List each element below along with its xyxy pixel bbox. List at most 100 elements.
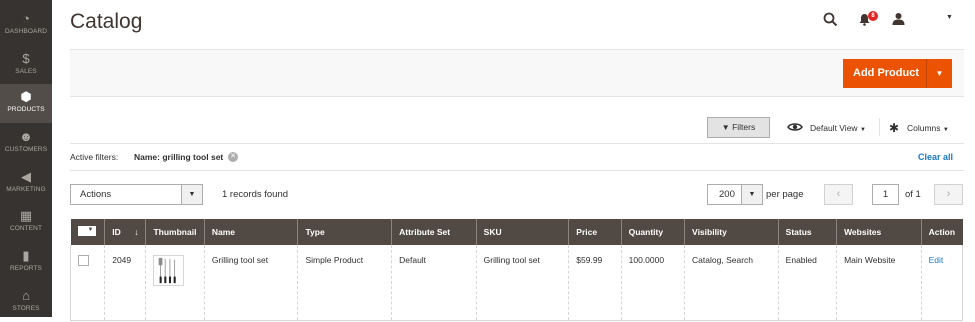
mass-select-checkbox[interactable]: ▼ (77, 226, 96, 236)
eye-icon (787, 123, 803, 131)
row-checkbox[interactable] (78, 255, 89, 266)
mass-actions-select[interactable]: Actions ▼ (70, 184, 203, 205)
nav-reports[interactable]: ▮ REPORTS (0, 243, 52, 282)
cell-id: 2049 (104, 245, 146, 321)
chevron-down-icon: ▼ (87, 227, 94, 233)
default-view-label: Default View (810, 123, 858, 133)
column-header-type[interactable]: Type (297, 219, 392, 245)
user-icon[interactable] (892, 12, 905, 25)
chevron-left-icon: ‹ (836, 188, 841, 200)
nav-label: CUSTOMERS (4, 146, 48, 153)
cell-action: Edit (920, 245, 964, 321)
product-thumbnail[interactable] (153, 255, 185, 286)
per-page-label: per page (766, 189, 804, 200)
grid-header-row: ▼ ID ↓ Thumbnail Name Type Attribute Set… (70, 219, 963, 245)
column-header-status[interactable]: Status (777, 219, 837, 245)
products-grid: ▼ ID ↓ Thumbnail Name Type Attribute Set… (69, 219, 964, 321)
divider (70, 170, 964, 171)
cell-type: Simple Product (297, 245, 392, 321)
gear-icon: ✱ (889, 121, 900, 135)
mass-select-header[interactable]: ▼ (70, 219, 105, 245)
nav-products[interactable]: ⬢ PRODUCTS (0, 84, 52, 123)
search-icon[interactable] (823, 12, 838, 27)
columns-dropdown[interactable]: Columns ▼ (907, 123, 949, 133)
column-header-quantity[interactable]: Quantity (620, 219, 685, 245)
page-actions-bar (70, 49, 964, 97)
current-page-value: 1 (882, 189, 889, 200)
nav-label: REPORTS (9, 265, 42, 272)
cell-quantity: 100.0000 (620, 245, 685, 321)
cell-price: $59.99 (568, 245, 622, 321)
active-filter-chip: Name: grilling tool set (134, 152, 224, 162)
nav-label: PRODUCTS (7, 106, 45, 113)
bar-chart-icon: ▮ (22, 248, 30, 263)
column-header-attribute-set[interactable]: Attribute Set (391, 219, 477, 245)
caret-down-icon: ▼ (859, 127, 866, 133)
row-select-cell (69, 245, 105, 321)
chevron-down-icon: ▼ (181, 185, 202, 204)
nav-content[interactable]: ▦ CONTENT (0, 203, 52, 242)
layout-icon: ▦ (19, 208, 33, 223)
next-page-button[interactable]: › (934, 184, 963, 205)
active-filters-label: Active filters: (70, 152, 119, 162)
clear-all-link[interactable]: Clear all (918, 152, 953, 162)
dollar-icon: $ (22, 51, 30, 66)
column-header-action: Action (920, 219, 963, 245)
column-header-price[interactable]: Price (568, 219, 622, 245)
column-header-thumbnail: Thumbnail (145, 219, 205, 245)
nav-label: CONTENT (9, 225, 43, 232)
filters-label: Filters (732, 122, 756, 132)
speedometer-icon: ◔ (22, 11, 30, 26)
total-pages-label: of 1 (905, 189, 921, 200)
page-title: Catalog (70, 10, 143, 33)
toolbar-divider (879, 118, 880, 136)
nav-label: STORES (12, 305, 40, 312)
column-header-id[interactable]: ID ↓ (104, 219, 146, 245)
cell-attribute-set: Default (391, 245, 477, 321)
nav-dashboard[interactable]: ◔ DASHBOARD (0, 6, 52, 45)
divider (70, 143, 964, 144)
per-page-select[interactable]: 200 ▼ (707, 184, 763, 205)
column-header-visibility[interactable]: Visibility (684, 219, 779, 245)
nav-marketing[interactable]: ◀ MARKETING (0, 164, 52, 203)
notification-count-badge: 8 (868, 11, 878, 21)
person-icon: ☻ (19, 129, 33, 144)
column-header-sku[interactable]: SKU (475, 219, 569, 245)
records-found-count: 1 records found (222, 189, 289, 200)
cell-thumbnail (145, 245, 205, 321)
nav-label: SALES (15, 68, 37, 75)
add-product-options-toggle[interactable]: ▼ (926, 59, 952, 88)
cell-name: Grilling tool set (203, 245, 298, 321)
current-page-input[interactable]: 1 (872, 184, 899, 205)
column-header-websites[interactable]: Websites (836, 219, 922, 245)
store-icon: ⌂ (22, 288, 30, 303)
edit-link[interactable]: Edit (929, 255, 944, 265)
admin-sidebar: ◔ DASHBOARD $ SALES ⬢ PRODUCTS ☻ CUSTOME… (0, 0, 52, 317)
previous-page-button[interactable]: ‹ (824, 184, 853, 205)
caret-down-icon: ▼ (942, 127, 949, 133)
per-page-value: 200 (719, 189, 735, 200)
mass-actions-label: Actions (80, 189, 112, 200)
filters-button[interactable]: ▼ Filters (707, 117, 770, 138)
table-row: 2049 Grilling tool set Simple Product De… (69, 245, 964, 321)
sort-arrow-icon: ↓ (134, 227, 139, 237)
remove-filter-icon[interactable]: ✕ (228, 152, 238, 162)
default-view-dropdown[interactable]: Default View ▼ (810, 123, 866, 133)
megaphone-icon: ◀ (21, 169, 31, 184)
chevron-right-icon: › (946, 188, 951, 200)
nav-sales[interactable]: $ SALES (0, 46, 52, 85)
user-menu-caret-icon[interactable]: ▼ (946, 14, 953, 21)
chevron-down-icon: ▼ (741, 185, 762, 204)
nav-label: MARKETING (6, 186, 46, 193)
cell-status: Enabled (777, 245, 837, 321)
nav-stores[interactable]: ⌂ STORES (0, 283, 52, 322)
column-label: ID (112, 227, 121, 237)
nav-customers[interactable]: ☻ CUSTOMERS (0, 124, 52, 163)
cell-websites: Main Website (836, 245, 922, 321)
funnel-icon: ▼ (721, 123, 730, 132)
chevron-down-icon: ▼ (935, 69, 944, 78)
column-header-name[interactable]: Name (203, 219, 298, 245)
cube-icon: ⬢ (20, 89, 32, 104)
columns-label: Columns (907, 123, 941, 133)
nav-label: DASHBOARD (4, 28, 48, 35)
